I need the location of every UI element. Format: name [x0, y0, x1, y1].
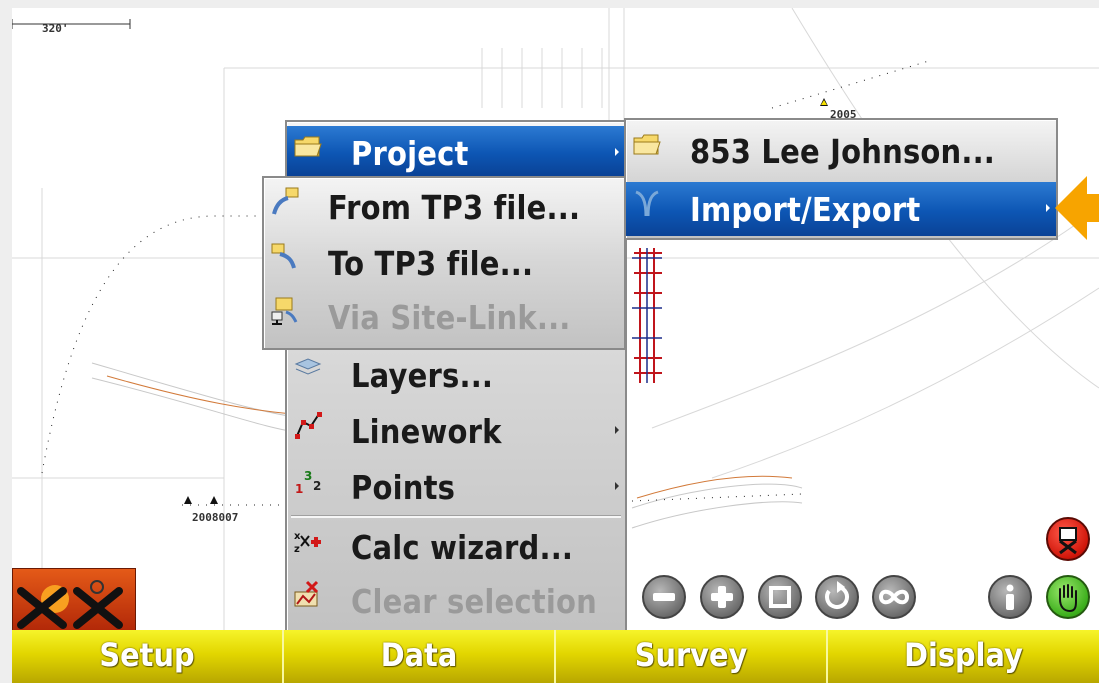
svg-text:3: 3 — [304, 469, 312, 483]
linework-icon — [295, 412, 322, 439]
menu-item-linework[interactable]: Linework — [287, 404, 625, 458]
site-link-icon — [271, 297, 298, 325]
submenu-arrow-icon — [615, 148, 619, 156]
zoom-out-icon — [653, 593, 675, 601]
target-button[interactable] — [1046, 517, 1090, 561]
menu-item-calc-wizard[interactable]: xz Calc wizard... — [287, 520, 625, 574]
layers-icon — [294, 358, 322, 375]
bottom-tab-bar: Setup Data Survey Display — [12, 630, 1099, 683]
target-icon — [1059, 527, 1077, 555]
export-icon — [271, 243, 296, 269]
tab-setup[interactable]: Setup — [12, 630, 284, 683]
folder-icon — [294, 136, 322, 157]
menu-item-from-tp3[interactable]: From TP3 file... — [264, 180, 624, 234]
tab-survey[interactable]: Survey — [556, 630, 828, 683]
tab-data[interactable]: Data — [284, 630, 556, 683]
svg-text:2: 2 — [313, 479, 321, 493]
lot-label-bottom: 2008007 — [192, 511, 239, 524]
zoom-extents-button[interactable] — [758, 575, 802, 619]
menu-item-layers[interactable]: Layers... — [287, 348, 625, 402]
menu-item-project[interactable]: Project — [287, 126, 625, 176]
submenu-arrow-icon — [615, 426, 619, 434]
menu-item-current-project[interactable]: 853 Lee Johnson... — [626, 124, 1056, 178]
submenu-arrow-icon — [1046, 204, 1050, 212]
satellite-status-icon[interactable] — [12, 568, 136, 632]
pan-hand-button[interactable] — [1046, 575, 1090, 619]
info-icon — [1006, 584, 1014, 610]
import-icon — [272, 187, 299, 215]
menu-item-via-site-link[interactable]: Via Site-Link... — [264, 290, 624, 344]
svg-text:z: z — [294, 544, 300, 555]
menu-separator — [291, 515, 621, 518]
tab-display[interactable]: Display — [828, 630, 1099, 683]
pointer-arrow-icon — [1055, 176, 1099, 240]
points-icon: 132 — [295, 469, 321, 496]
menu-item-import-export[interactable]: Import/Export — [626, 182, 1056, 236]
screen: 320' 2005 2008007 Project Layers... Line… — [0, 0, 1099, 683]
menu-item-points[interactable]: 132 Points — [287, 460, 625, 514]
clear-selection-icon — [294, 580, 319, 607]
calc-wizard-icon: xz — [294, 531, 321, 555]
folder-icon — [633, 134, 661, 155]
submenu-arrow-icon — [615, 482, 619, 490]
zoom-in-button[interactable] — [700, 575, 744, 619]
infinity-button[interactable] — [872, 575, 916, 619]
rotate-icon — [825, 581, 849, 609]
infinity-icon — [878, 589, 910, 605]
rotate-button[interactable] — [815, 575, 859, 619]
info-button[interactable] — [988, 575, 1032, 619]
project-submenu: 853 Lee Johnson... Import/Export — [624, 118, 1058, 240]
import-export-icon — [635, 190, 659, 217]
zoom-extents-icon — [769, 586, 791, 608]
zoom-out-button[interactable] — [642, 575, 686, 619]
import-export-submenu: From TP3 file... To TP3 file... Via Site… — [262, 176, 626, 350]
scale-label: 320' — [42, 22, 69, 35]
menu-item-to-tp3[interactable]: To TP3 file... — [264, 236, 624, 290]
pan-hand-icon — [1059, 584, 1077, 613]
svg-text:x: x — [294, 531, 301, 542]
menu-item-clear-selection[interactable]: Clear selection — [287, 574, 625, 628]
zoom-in-icon — [711, 586, 733, 608]
svg-text:1: 1 — [295, 482, 303, 496]
